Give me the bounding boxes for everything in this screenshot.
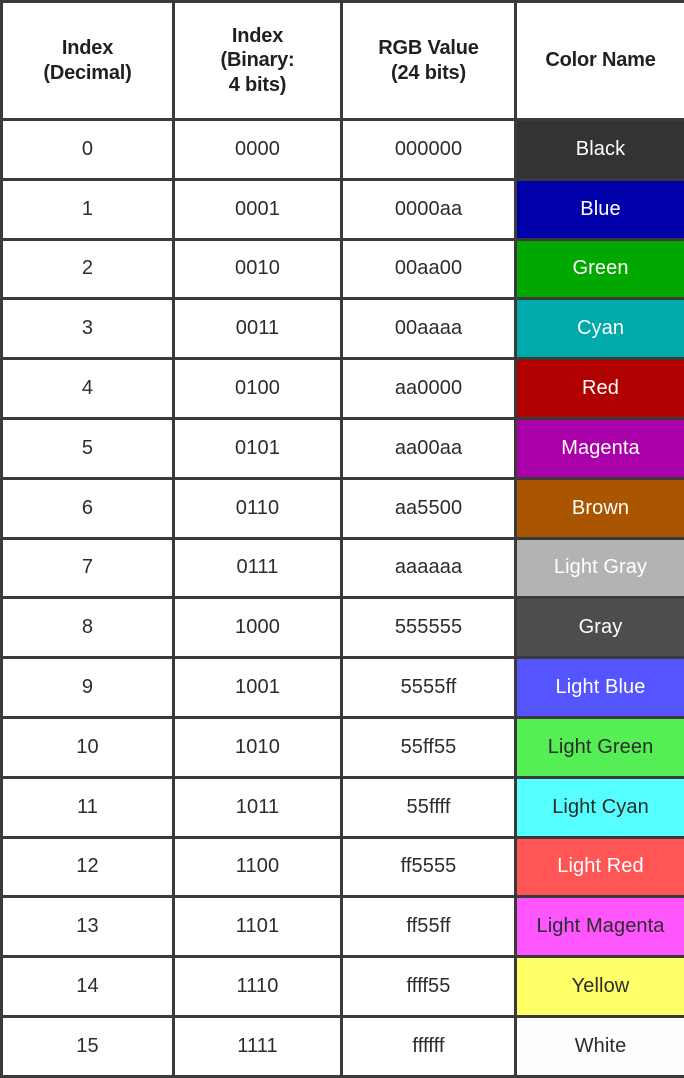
header-line: Color Name xyxy=(517,48,684,72)
cell-color-name-swatch: Gray xyxy=(516,598,684,658)
cell-rgb-value: aa0000 xyxy=(342,359,516,419)
cell-index-binary: 0010 xyxy=(174,239,342,299)
cell-color-name-swatch: Yellow xyxy=(516,957,684,1017)
cell-color-name-swatch: Light Green xyxy=(516,717,684,777)
cell-index-decimal: 2 xyxy=(2,239,174,299)
cell-color-name-swatch: Green xyxy=(516,239,684,299)
cell-index-decimal: 12 xyxy=(2,837,174,897)
table-row: 3001100aaaaCyan xyxy=(2,299,684,359)
cell-rgb-value: 00aaaa xyxy=(342,299,516,359)
cell-rgb-value: 55ffff xyxy=(342,777,516,837)
cell-index-decimal: 6 xyxy=(2,478,174,538)
cell-index-binary: 0000 xyxy=(174,120,342,180)
cell-rgb-value: ffffff xyxy=(342,1016,516,1076)
cell-color-name-swatch: Light Gray xyxy=(516,538,684,598)
cell-color-name-swatch: Black xyxy=(516,120,684,180)
cell-color-name-swatch: Light Cyan xyxy=(516,777,684,837)
cell-index-decimal: 13 xyxy=(2,897,174,957)
table-row: 40100aa0000Red xyxy=(2,359,684,419)
cell-rgb-value: ffff55 xyxy=(342,957,516,1017)
cell-index-decimal: 9 xyxy=(2,658,174,718)
cell-index-decimal: 1 xyxy=(2,179,174,239)
column-header-color-name: Color Name xyxy=(516,2,684,120)
cell-color-name-swatch: Blue xyxy=(516,179,684,239)
table-body: 00000000000Black100010000aaBlue2001000aa… xyxy=(2,120,684,1077)
table-row: 50101aa00aaMagenta xyxy=(2,418,684,478)
header-line: 4 bits) xyxy=(175,73,340,97)
cell-index-binary: 1001 xyxy=(174,658,342,718)
cell-index-decimal: 14 xyxy=(2,957,174,1017)
header-row: Index (Decimal) Index (Binary: 4 bits) R… xyxy=(2,2,684,120)
cell-color-name-swatch: Brown xyxy=(516,478,684,538)
header-line: (24 bits) xyxy=(343,61,514,85)
cell-index-binary: 0101 xyxy=(174,418,342,478)
table-header: Index (Decimal) Index (Binary: 4 bits) R… xyxy=(2,2,684,120)
cell-index-decimal: 5 xyxy=(2,418,174,478)
table-row: 141110ffff55Yellow xyxy=(2,957,684,1017)
header-line: Index xyxy=(3,36,172,60)
cell-color-name-swatch: Cyan xyxy=(516,299,684,359)
cell-color-name-swatch: White xyxy=(516,1016,684,1076)
cell-index-binary: 0011 xyxy=(174,299,342,359)
cell-rgb-value: aa5500 xyxy=(342,478,516,538)
table-row: 131101ff55ffLight Magenta xyxy=(2,897,684,957)
table-row: 10101055ff55Light Green xyxy=(2,717,684,777)
cell-index-binary: 0111 xyxy=(174,538,342,598)
cell-rgb-value: 55ff55 xyxy=(342,717,516,777)
table-row: 00000000000Black xyxy=(2,120,684,180)
table-row: 121100ff5555Light Red xyxy=(2,837,684,897)
cell-index-decimal: 8 xyxy=(2,598,174,658)
cell-rgb-value: ff55ff xyxy=(342,897,516,957)
cell-index-binary: 0110 xyxy=(174,478,342,538)
cell-index-binary: 1100 xyxy=(174,837,342,897)
cell-index-decimal: 10 xyxy=(2,717,174,777)
cell-rgb-value: 555555 xyxy=(342,598,516,658)
cell-rgb-value: 000000 xyxy=(342,120,516,180)
cell-index-decimal: 7 xyxy=(2,538,174,598)
cell-index-binary: 1101 xyxy=(174,897,342,957)
cell-index-decimal: 4 xyxy=(2,359,174,419)
cell-index-binary: 1110 xyxy=(174,957,342,1017)
cell-rgb-value: aaaaaa xyxy=(342,538,516,598)
cell-color-name-swatch: Light Red xyxy=(516,837,684,897)
color-palette-table: Index (Decimal) Index (Binary: 4 bits) R… xyxy=(0,0,684,1078)
cell-rgb-value: 5555ff xyxy=(342,658,516,718)
cell-index-decimal: 11 xyxy=(2,777,174,837)
column-header-rgb-value: RGB Value (24 bits) xyxy=(342,2,516,120)
cell-rgb-value: ff5555 xyxy=(342,837,516,897)
table-row: 910015555ffLight Blue xyxy=(2,658,684,718)
cell-rgb-value: 0000aa xyxy=(342,179,516,239)
cell-rgb-value: aa00aa xyxy=(342,418,516,478)
cell-index-binary: 0100 xyxy=(174,359,342,419)
cell-rgb-value: 00aa00 xyxy=(342,239,516,299)
cell-index-decimal: 3 xyxy=(2,299,174,359)
table-row: 100010000aaBlue xyxy=(2,179,684,239)
cell-index-decimal: 15 xyxy=(2,1016,174,1076)
table-row: 60110aa5500Brown xyxy=(2,478,684,538)
cell-color-name-swatch: Light Blue xyxy=(516,658,684,718)
cell-color-name-swatch: Red xyxy=(516,359,684,419)
cell-index-binary: 1011 xyxy=(174,777,342,837)
header-line: (Decimal) xyxy=(3,61,172,85)
cell-color-name-swatch: Light Magenta xyxy=(516,897,684,957)
cell-index-decimal: 0 xyxy=(2,120,174,180)
cell-index-binary: 1000 xyxy=(174,598,342,658)
cell-color-name-swatch: Magenta xyxy=(516,418,684,478)
cell-index-binary: 1010 xyxy=(174,717,342,777)
header-line: RGB Value xyxy=(343,36,514,60)
header-line: (Binary: xyxy=(175,48,340,72)
table-row: 2001000aa00Green xyxy=(2,239,684,299)
table-row: 81000555555Gray xyxy=(2,598,684,658)
table-row: 11101155ffffLight Cyan xyxy=(2,777,684,837)
column-header-index-decimal: Index (Decimal) xyxy=(2,2,174,120)
table-row: 70111aaaaaaLight Gray xyxy=(2,538,684,598)
cell-index-binary: 1111 xyxy=(174,1016,342,1076)
cell-index-binary: 0001 xyxy=(174,179,342,239)
table-row: 151111ffffffWhite xyxy=(2,1016,684,1076)
column-header-index-binary: Index (Binary: 4 bits) xyxy=(174,2,342,120)
header-line: Index xyxy=(175,24,340,48)
